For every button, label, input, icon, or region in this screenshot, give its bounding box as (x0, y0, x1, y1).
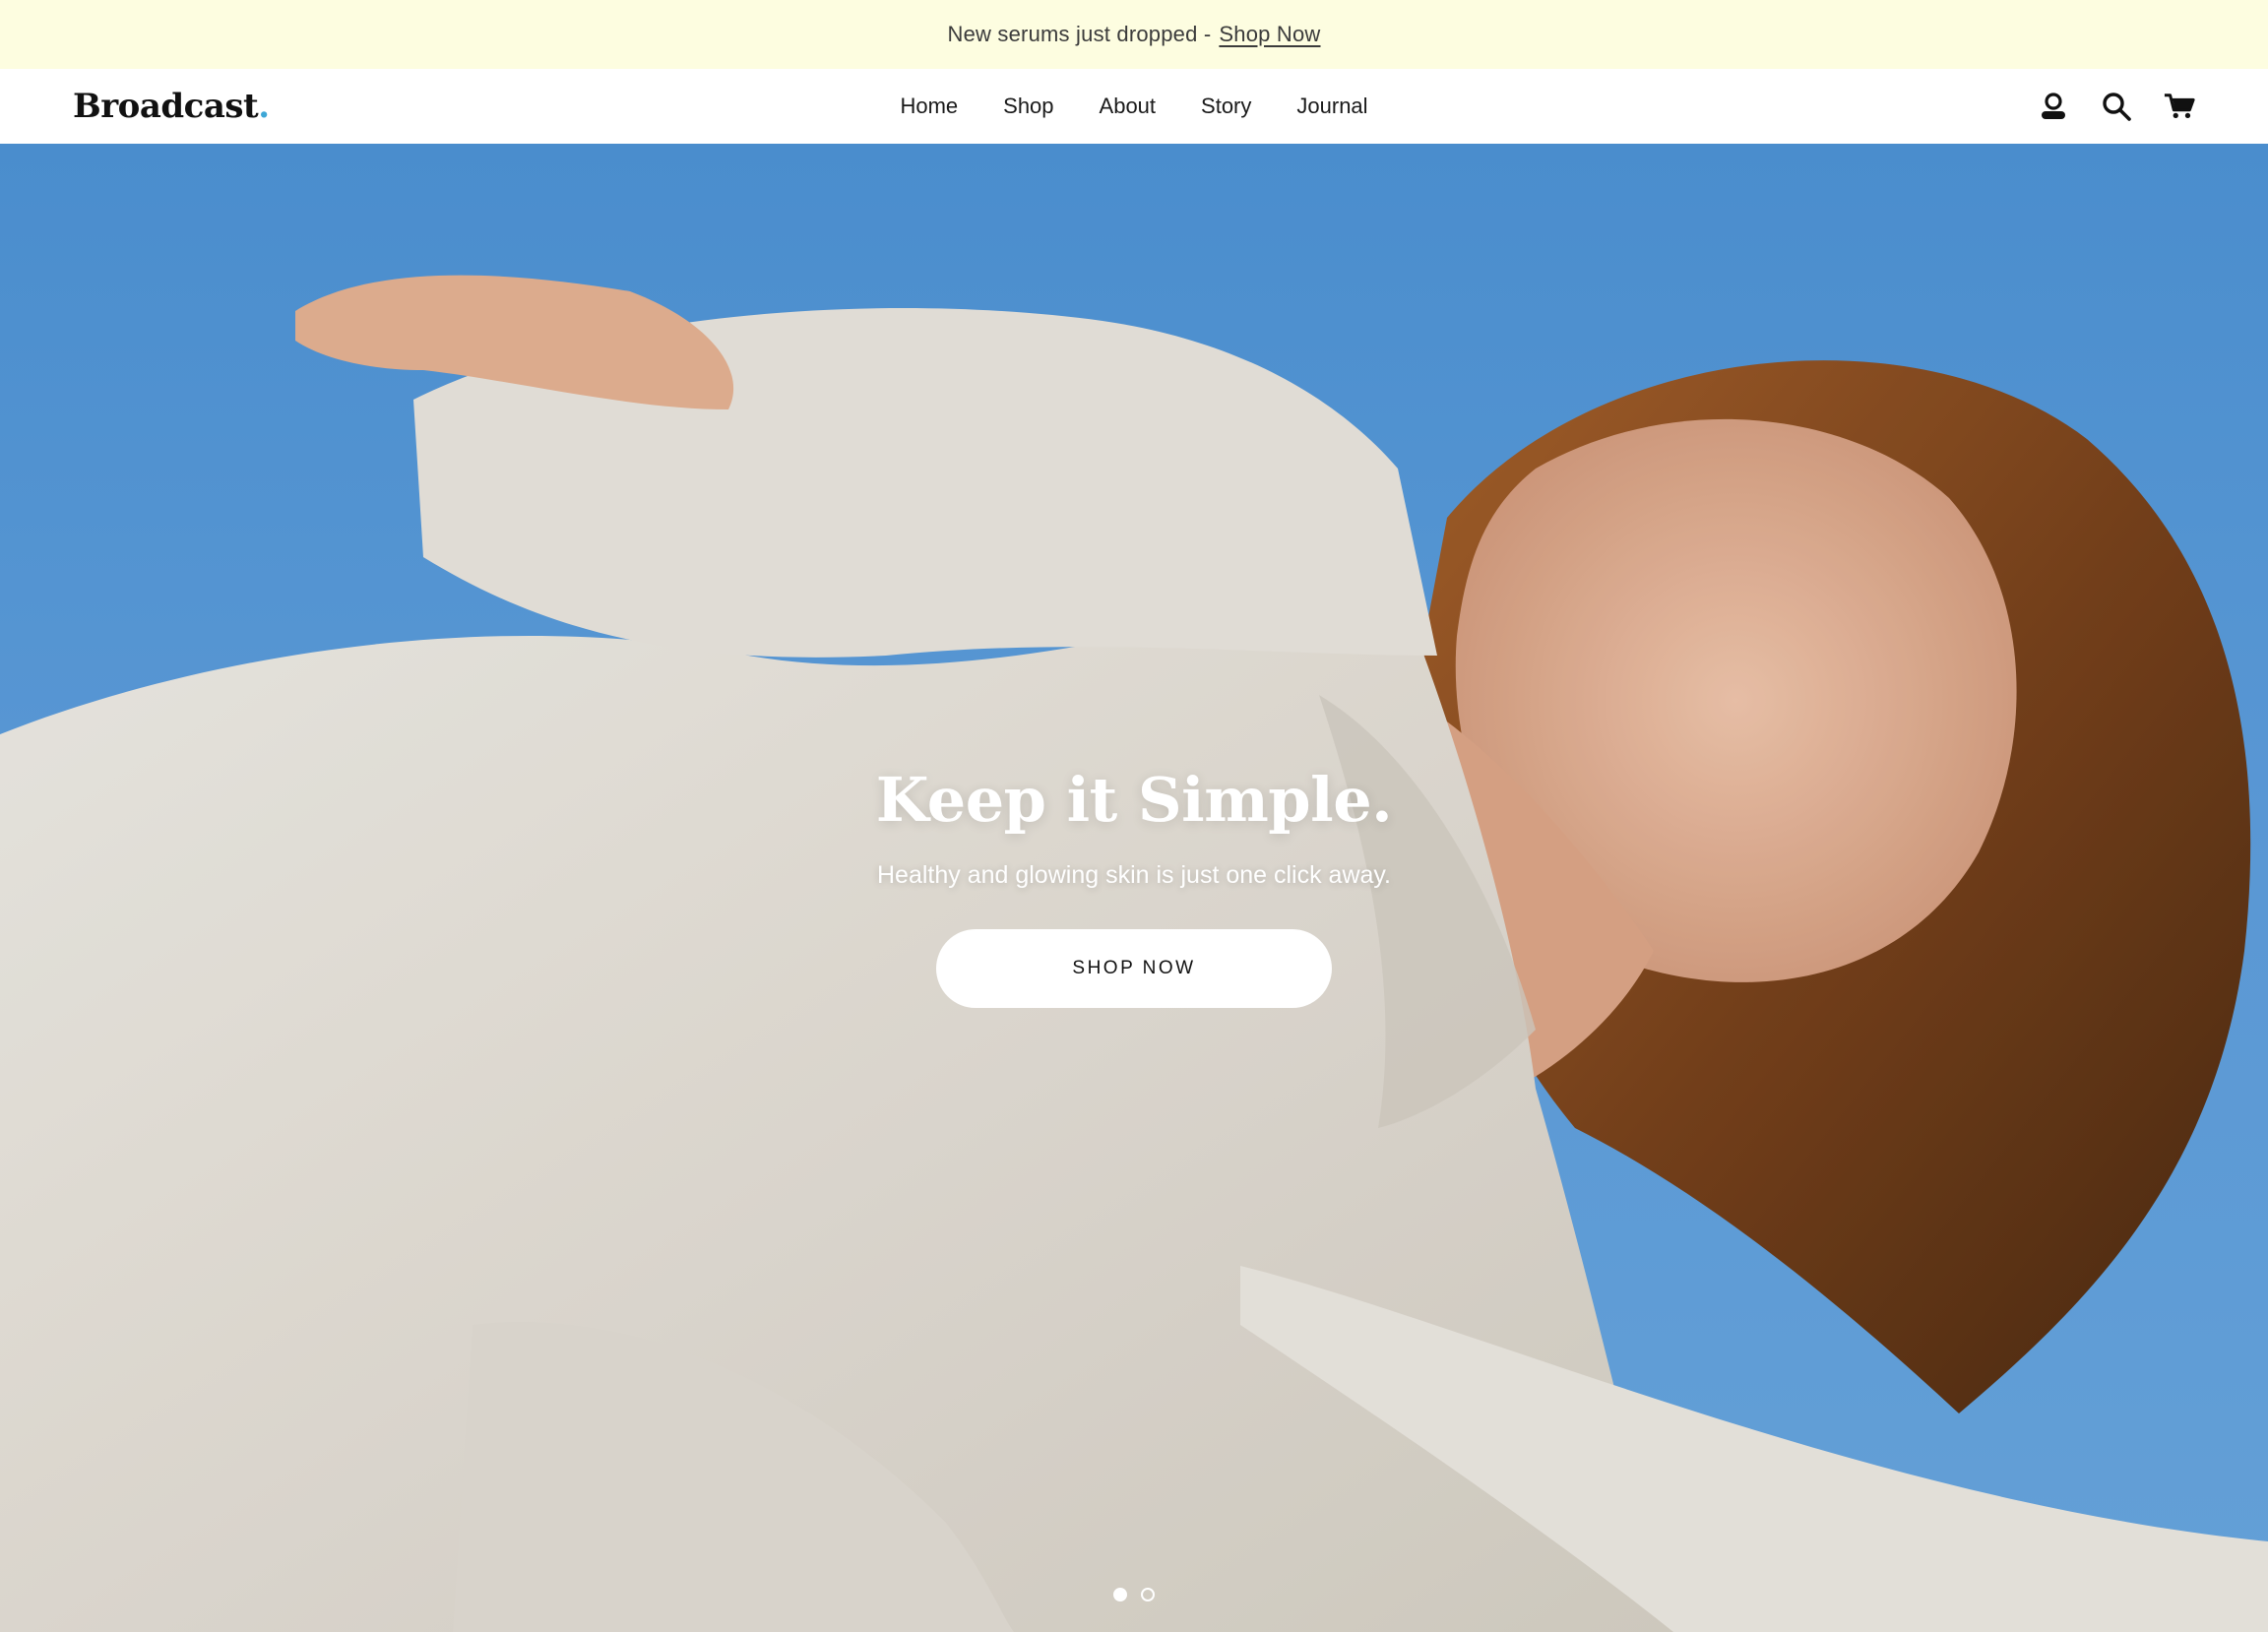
slide-dot-2[interactable] (1141, 1588, 1155, 1601)
announcement-text: New serums just dropped - (947, 22, 1212, 46)
logo-dot: . (258, 87, 270, 126)
account-icon[interactable] (2038, 91, 2069, 122)
slideshow-pagination (0, 1588, 2268, 1601)
shop-now-button[interactable]: SHOP NOW (936, 929, 1332, 1008)
cart-icon[interactable] (2164, 91, 2195, 122)
site-header: Broadcast. Home Shop About Story Journal (0, 69, 2268, 144)
hero-slideshow: Keep it Simple. Healthy and glowing skin… (0, 144, 2268, 1632)
nav-item-journal[interactable]: Journal (1296, 94, 1367, 119)
nav-item-story[interactable]: Story (1201, 94, 1251, 119)
announcement-shop-now-link[interactable]: Shop Now (1219, 22, 1320, 47)
main-nav: Home Shop About Story Journal (900, 69, 1367, 144)
hero-title: Keep it Simple. (875, 764, 1393, 836)
nav-item-home[interactable]: Home (900, 94, 958, 119)
brand-logo[interactable]: Broadcast. (73, 87, 270, 126)
header-icons (2038, 91, 2195, 122)
nav-item-shop[interactable]: Shop (1003, 94, 1053, 119)
announcement-bar: New serums just dropped - Shop Now (0, 0, 2268, 69)
slide-dot-1[interactable] (1113, 1588, 1127, 1601)
search-icon[interactable] (2101, 91, 2132, 122)
logo-text: Broadcast (73, 87, 259, 126)
hero-subtitle: Healthy and glowing skin is just one cli… (876, 861, 1391, 889)
hero-content: Keep it Simple. Healthy and glowing skin… (0, 764, 2268, 1008)
nav-item-about[interactable]: About (1100, 94, 1157, 119)
